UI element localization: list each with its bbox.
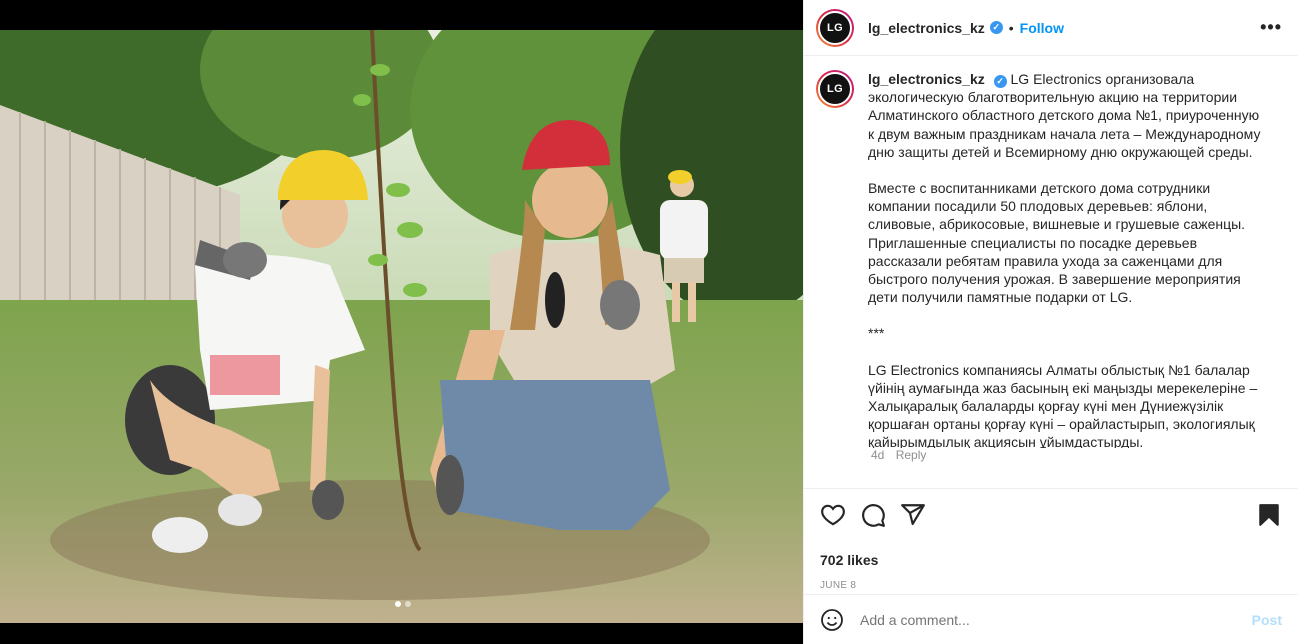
actions-section: 702 likes JUNE 8 Post — [804, 488, 1298, 644]
lg-logo: LG — [827, 83, 843, 95]
separator-bullet: • — [1008, 19, 1014, 36]
follow-button[interactable]: Follow — [1020, 20, 1064, 36]
share-icon[interactable] — [900, 502, 926, 528]
carousel-dot[interactable] — [405, 601, 411, 607]
caption-avatar-inner: LG — [818, 72, 852, 106]
bookmark-icon[interactable] — [1256, 502, 1282, 528]
post-side-panel: LG lg_electronics_kz ✓ • Follow ••• LG l… — [803, 0, 1298, 644]
photo-illustration — [0, 30, 803, 623]
reply-button[interactable]: Reply — [896, 448, 927, 462]
verified-icon: ✓ — [989, 21, 1003, 34]
heart-icon[interactable] — [820, 502, 846, 528]
emoji-icon[interactable] — [820, 608, 844, 632]
caption-username[interactable]: lg_electronics_kz — [868, 71, 985, 87]
post-date[interactable]: JUNE 8 — [820, 580, 1282, 591]
carousel-dot-active[interactable] — [395, 601, 401, 607]
username[interactable]: lg_electronics_kz — [868, 20, 985, 36]
avatar-inner: LG — [818, 10, 852, 45]
caption-avatar[interactable]: LG — [816, 70, 854, 108]
add-comment-bar: Post — [804, 594, 1298, 644]
comment-input[interactable] — [860, 611, 1252, 628]
caption-age: 4d — [871, 448, 885, 462]
caption-text: lg_electronics_kz ✓ LG Electronics орган… — [868, 70, 1268, 448]
instagram-post: LG lg_electronics_kz ✓ • Follow ••• LG l… — [0, 0, 1298, 644]
post-media[interactable] — [0, 0, 803, 644]
comments-area[interactable]: LG lg_electronics_kz ✓ LG Electronics ор… — [804, 56, 1298, 488]
post-header: LG lg_electronics_kz ✓ • Follow ••• — [804, 0, 1298, 56]
post-photo[interactable] — [0, 30, 803, 623]
lg-logo: LG — [827, 21, 843, 34]
caption-paragraph: LG Electronics компаниясы Алматы облысты… — [868, 361, 1258, 448]
verified-icon: ✓ — [993, 74, 1007, 88]
caption-paragraph: lg_electronics_kz ✓ LG Electronics орган… — [868, 70, 1268, 161]
comment-icon[interactable] — [860, 502, 886, 528]
caption-row: LG lg_electronics_kz ✓ LG Electronics ор… — [816, 70, 1282, 448]
more-icon[interactable]: ••• — [1260, 17, 1282, 38]
caption-wrap: lg_electronics_kz ✓ LG Electronics орган… — [854, 70, 1268, 448]
caption-paragraph: *** — [868, 325, 885, 342]
avatar[interactable]: LG — [816, 8, 854, 47]
caption-meta: 4d Reply — [871, 448, 934, 462]
likes-count[interactable]: 702 likes — [820, 552, 1282, 568]
caption-paragraph: Вместе с воспитанниками детского дома со… — [868, 180, 1246, 306]
post-button[interactable]: Post — [1252, 612, 1282, 628]
action-icons — [820, 501, 1282, 529]
carousel-dots — [395, 601, 411, 607]
